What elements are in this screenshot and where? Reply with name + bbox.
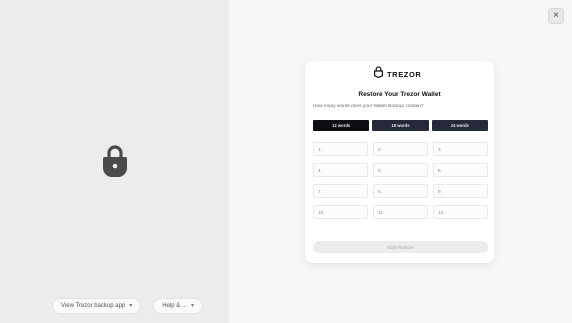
word-input[interactable]	[384, 165, 421, 175]
word-input[interactable]	[324, 144, 361, 154]
word-number: 4.	[318, 167, 322, 173]
word-field-11[interactable]: 11.	[373, 205, 428, 219]
word-input[interactable]	[444, 165, 481, 175]
word-number: 8.	[378, 188, 382, 194]
word-number: 11.	[378, 209, 385, 215]
left-bottom-actions: View Trezor backup app ▾ Help & ... ▾	[52, 298, 203, 314]
word-field-3[interactable]: 3.	[433, 142, 488, 156]
word-field-10[interactable]: 10.	[313, 205, 368, 219]
word-number: 6.	[438, 167, 442, 173]
word-field-12[interactable]: 12.	[433, 205, 488, 219]
chevron-down-icon: ▾	[129, 303, 133, 309]
close-icon: ×	[553, 10, 559, 21]
word-number: 7.	[318, 188, 322, 194]
word-field-6[interactable]: 6.	[433, 163, 488, 177]
option-24-words[interactable]: 24 words	[431, 120, 488, 131]
word-input[interactable]	[444, 144, 481, 154]
chevron-down-icon: ▾	[190, 303, 194, 309]
word-field-8[interactable]: 8.	[373, 184, 428, 198]
page-subtitle: How many words does your Wallet Backup c…	[313, 104, 424, 109]
word-input[interactable]	[327, 207, 364, 217]
seed-word-grid: 1. 2. 3. 4. 5. 6. 7. 8. 9. 10. 11. 12.	[313, 142, 488, 219]
word-field-2[interactable]: 2.	[373, 142, 428, 156]
word-input[interactable]	[387, 207, 424, 217]
word-input[interactable]	[384, 144, 421, 154]
backup-app-button[interactable]: View Trezor backup app ▾	[52, 298, 142, 314]
word-number: 9.	[438, 188, 442, 194]
word-number: 5.	[378, 167, 382, 173]
trezor-logo: TREZOR	[374, 65, 422, 83]
word-count-options: 12 words 18 words 24 words	[313, 120, 488, 131]
option-12-words[interactable]: 12 words	[313, 120, 370, 131]
word-field-5[interactable]: 5.	[373, 163, 428, 177]
word-input[interactable]	[324, 186, 361, 196]
word-input[interactable]	[324, 165, 361, 175]
start-restore-button[interactable]: Start Restore	[313, 241, 488, 253]
word-number: 10.	[318, 209, 325, 215]
lock-icon	[101, 143, 129, 177]
trezor-logo-icon	[374, 65, 383, 83]
option-18-words[interactable]: 18 words	[372, 120, 429, 131]
word-input[interactable]	[444, 186, 481, 196]
word-number: 3.	[438, 146, 442, 152]
logo-text: TREZOR	[387, 69, 422, 79]
word-number: 12.	[438, 209, 445, 215]
help-label: Help & ...	[162, 303, 187, 309]
word-input[interactable]	[447, 207, 484, 217]
word-input[interactable]	[384, 186, 421, 196]
word-number: 2.	[378, 146, 382, 152]
word-field-9[interactable]: 9.	[433, 184, 488, 198]
word-field-1[interactable]: 1.	[313, 142, 368, 156]
page-title: Restore Your Trezor Wallet	[358, 91, 441, 98]
word-field-7[interactable]: 7.	[313, 184, 368, 198]
help-button[interactable]: Help & ... ▾	[153, 298, 203, 314]
left-pane: View Trezor backup app ▾ Help & ... ▾	[0, 0, 229, 323]
restore-wallet-card: TREZOR Restore Your Trezor Wallet How ma…	[305, 61, 494, 263]
word-number: 1.	[318, 146, 322, 152]
close-button[interactable]: ×	[548, 8, 564, 24]
app-root: View Trezor backup app ▾ Help & ... ▾ × …	[0, 0, 572, 323]
word-field-4[interactable]: 4.	[313, 163, 368, 177]
backup-app-label: View Trezor backup app	[61, 303, 126, 309]
